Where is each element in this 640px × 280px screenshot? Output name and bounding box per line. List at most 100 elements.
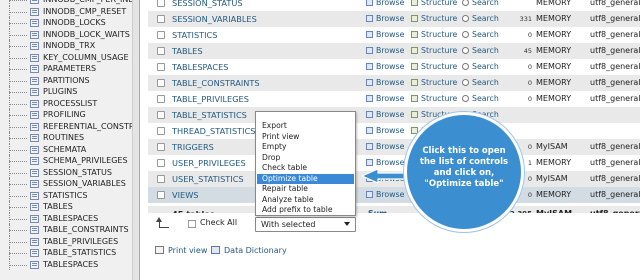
row-checkbox[interactable] xyxy=(157,159,165,167)
table-name-link[interactable]: THREAD_STATISTICS xyxy=(172,123,256,139)
sidebar-item[interactable]: TABLE_PRIVILEGES xyxy=(0,235,132,247)
sidebar-item[interactable]: PROCESSLIST xyxy=(0,97,132,109)
sidebar-item[interactable]: TABLE_STATISTICS xyxy=(0,247,132,259)
row-checkbox[interactable] xyxy=(157,95,165,103)
menu-item[interactable]: Optimize table xyxy=(257,173,354,184)
sidebar-item[interactable]: KEY_COLUMN_USAGE xyxy=(0,51,132,63)
with-selected-dropdown[interactable]: With selected xyxy=(255,217,356,232)
row-checkbox[interactable] xyxy=(157,79,165,87)
sidebar-item[interactable]: SCHEMA_PRIVILEGES xyxy=(0,155,132,167)
table-name-link[interactable]: TABLES xyxy=(172,43,203,59)
sidebar-item[interactable]: PROFILING xyxy=(0,109,132,121)
sidebar-item[interactable]: TABLESPACES xyxy=(0,212,132,224)
structure-icon xyxy=(411,63,418,70)
browse-action[interactable]: Browse xyxy=(366,27,404,43)
sidebar-item[interactable]: SESSION_VARIABLES xyxy=(0,178,132,190)
browse-action[interactable]: Browse xyxy=(366,11,404,27)
browse-action[interactable]: Browse xyxy=(366,139,404,155)
table-name-link[interactable]: TABLE_PRIVILEGES xyxy=(172,91,249,107)
sidebar-item-label: INNODB_CMP_RESET xyxy=(43,6,127,16)
structure-action[interactable]: Structure xyxy=(411,11,457,27)
structure-action[interactable]: Structure xyxy=(411,0,457,11)
browse-action[interactable]: Browse xyxy=(366,107,404,123)
sidebar-item[interactable]: INNODB_LOCK_WAITS xyxy=(0,28,132,40)
row-checkbox[interactable] xyxy=(157,111,165,119)
menu-item[interactable]: Export xyxy=(257,121,354,132)
table-name-link[interactable]: USER_PRIVILEGES xyxy=(172,155,246,171)
table-name-link[interactable]: USER_STATISTICS xyxy=(172,171,244,187)
sidebar-item[interactable]: PLUGINS xyxy=(0,86,132,98)
browse-action[interactable]: Browse xyxy=(366,91,404,107)
menu-item[interactable]: Drop xyxy=(257,153,354,164)
search-action[interactable]: Search xyxy=(462,0,499,11)
row-checkbox[interactable] xyxy=(157,63,165,71)
browse-action[interactable]: Browse xyxy=(366,0,404,11)
table-icon xyxy=(30,30,39,39)
data-dictionary-link[interactable]: Data Dictionary xyxy=(211,246,287,255)
row-checkbox[interactable] xyxy=(157,143,165,151)
sidebar-item[interactable]: TABLESPACES xyxy=(0,258,132,270)
structure-action[interactable]: Structure xyxy=(411,27,457,43)
structure-action[interactable]: Structure xyxy=(411,43,457,59)
search-action[interactable]: Search xyxy=(462,11,499,27)
tree-branch xyxy=(9,184,27,185)
sidebar-item[interactable]: ROUTINES xyxy=(0,132,132,144)
browse-icon xyxy=(366,15,373,22)
sidebar-item[interactable]: SCHEMATA xyxy=(0,143,132,155)
browse-action[interactable]: Browse xyxy=(366,59,404,75)
search-action[interactable]: Search xyxy=(462,27,499,43)
table-name-link[interactable]: STATISTICS xyxy=(172,27,217,43)
sidebar-scrollbar[interactable] xyxy=(132,0,139,280)
row-checkbox[interactable] xyxy=(157,191,165,199)
sidebar-item[interactable]: STATISTICS xyxy=(0,189,132,201)
search-action[interactable]: Search xyxy=(462,59,499,75)
table-name-link[interactable]: TABLE_CONSTRAINTS xyxy=(172,75,260,91)
menu-item[interactable]: Analyze table xyxy=(257,195,354,206)
sidebar-item[interactable]: TABLES xyxy=(0,201,132,213)
table-name-link[interactable]: SESSION_STATUS xyxy=(172,0,243,11)
search-action[interactable]: Search xyxy=(462,43,499,59)
engine: MEMORY xyxy=(536,78,572,87)
menu-item[interactable]: Print view xyxy=(257,132,354,143)
tree-branch xyxy=(9,241,27,243)
browse-icon xyxy=(366,31,373,38)
browse-action[interactable]: Browse xyxy=(366,187,404,203)
row-checkbox[interactable] xyxy=(157,175,165,183)
check-all-checkbox[interactable] xyxy=(188,220,196,228)
tree-branch xyxy=(9,161,27,162)
menu-item[interactable]: Repair table xyxy=(257,184,354,195)
browse-action[interactable]: Browse xyxy=(366,43,404,59)
browse-label: Browse xyxy=(376,46,405,55)
sidebar-item[interactable]: PARAMETERS xyxy=(0,63,132,75)
table-name-link[interactable]: SESSION_VARIABLES xyxy=(172,11,257,27)
search-action[interactable]: Search xyxy=(462,75,499,91)
table-name-link[interactable]: TABLE_STATISTICS xyxy=(172,107,247,123)
browse-action[interactable]: Browse xyxy=(366,123,404,139)
print-view-label: Print view xyxy=(168,246,208,255)
row-checkbox[interactable] xyxy=(157,31,165,39)
row-checkbox[interactable] xyxy=(157,0,165,7)
menu-item[interactable]: Add prefix to table xyxy=(257,205,354,216)
sidebar-item[interactable]: REFERENTIAL_CONSTR xyxy=(0,120,134,132)
print-view-link[interactable]: Print view xyxy=(155,246,207,255)
sidebar-item[interactable]: INNODB_TRX xyxy=(0,40,132,52)
structure-action[interactable]: Structure xyxy=(411,75,457,91)
menu-item[interactable]: Check table xyxy=(257,163,354,174)
row-checkbox[interactable] xyxy=(157,127,165,135)
sidebar-item[interactable]: PARTITIONS xyxy=(0,74,132,86)
sidebar-item[interactable]: SESSION_STATUS xyxy=(0,166,132,178)
sidebar-item[interactable]: TABLE_CONSTRAINTS xyxy=(0,224,132,236)
table-name-link[interactable]: TRIGGERS xyxy=(172,139,214,155)
row-checkbox[interactable] xyxy=(157,15,165,23)
row-checkbox[interactable] xyxy=(157,47,165,55)
sidebar-item[interactable]: INNODB_CMP_RESET xyxy=(0,5,132,17)
sidebar-item[interactable]: INNODB_LOCKS xyxy=(0,17,132,29)
structure-action[interactable]: Structure xyxy=(411,59,457,75)
table-name-link[interactable]: VIEWS xyxy=(172,187,198,203)
browse-action[interactable]: Browse xyxy=(366,75,404,91)
table-name-link[interactable]: TABLESPACES xyxy=(172,59,228,75)
check-all-label[interactable]: Check All xyxy=(200,218,237,227)
structure-action[interactable]: Structure xyxy=(411,91,457,107)
search-action[interactable]: Search xyxy=(462,91,499,107)
menu-item[interactable]: Empty xyxy=(257,142,354,153)
